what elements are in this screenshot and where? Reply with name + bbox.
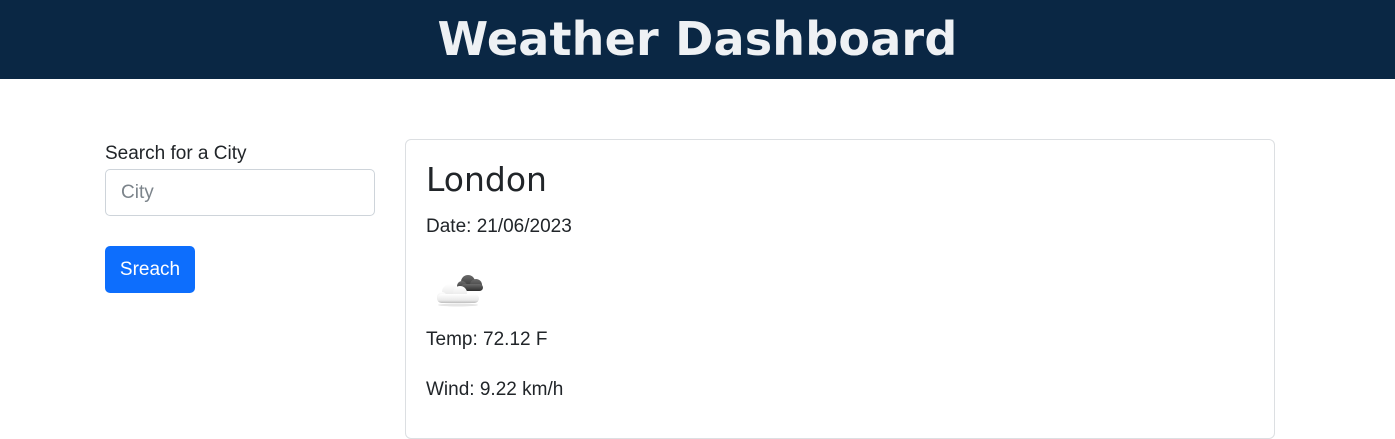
date-value: 21/06/2023 — [476, 216, 572, 237]
city-search-input[interactable] — [105, 169, 375, 216]
wind-label: Wind: — [426, 379, 475, 400]
wind-value: 9.22 km/h — [479, 379, 564, 400]
page-header: Weather Dashboard — [0, 0, 1395, 79]
temp-label: Temp: — [426, 329, 478, 350]
temperature-line: Temp: 72.12 F — [426, 329, 547, 351]
temp-value: 72.12 F — [483, 329, 548, 350]
search-button[interactable]: Sreach — [105, 246, 195, 293]
partly-cloudy-icon — [428, 268, 490, 308]
wind-line: Wind: 9.22 km/h — [426, 379, 563, 401]
city-name: London — [426, 160, 547, 199]
search-label: Search for a City — [105, 143, 247, 164]
date-label: Date: — [426, 216, 472, 237]
current-weather-card: London Date: 21/06/2023 Temp: 72.12 F Wi… — [405, 139, 1275, 439]
date-line: Date: 21/06/2023 — [426, 216, 572, 238]
page-title: Weather Dashboard — [437, 12, 958, 66]
